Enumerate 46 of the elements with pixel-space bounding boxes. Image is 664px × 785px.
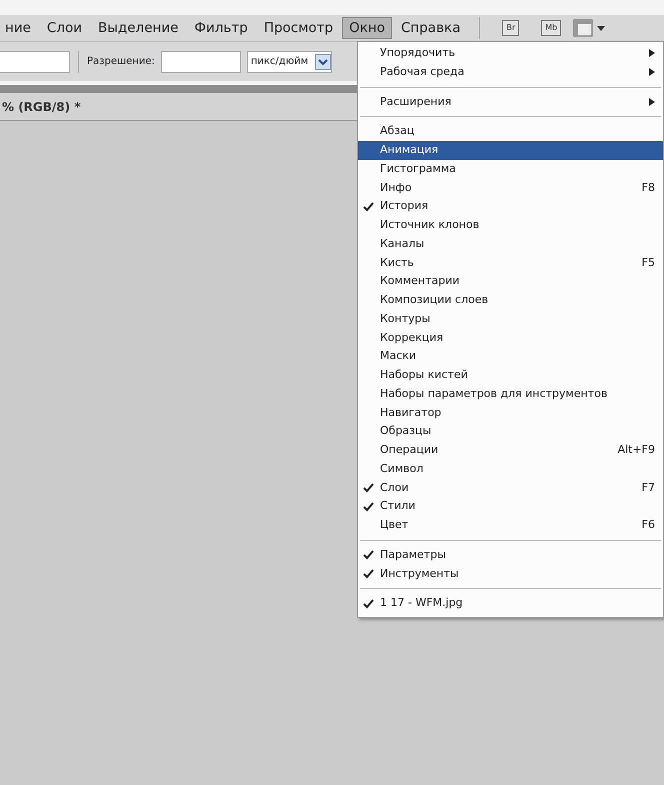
menu-item[interactable]: Абзац <box>358 122 663 141</box>
menu-item[interactable]: Инструменты <box>358 564 663 584</box>
menu-item[interactable]: Образцы <box>358 422 663 441</box>
resolution-label: Разрешение: <box>87 55 155 69</box>
menu-item[interactable]: Стили <box>358 497 663 516</box>
unit-select[interactable]: пикс/дюйм <box>246 50 332 72</box>
workspace-button[interactable] <box>573 19 606 37</box>
menu-item[interactable]: Коррекция <box>358 328 663 348</box>
menu-item[interactable]: Гистограмма <box>358 160 663 178</box>
menu-item[interactable]: Цвет F6 <box>358 516 663 535</box>
menu-item[interactable]: Слои F7 <box>358 478 663 498</box>
menu-item[interactable]: 1 17 - WFM.jpg <box>358 594 663 613</box>
menu-item[interactable]: Операции Alt+F9 <box>358 441 663 460</box>
menu-item[interactable]: Выделение <box>91 17 186 39</box>
menu-item[interactable]: Фильтр <box>187 17 255 39</box>
layout-icon <box>573 19 594 37</box>
menu-item[interactable]: ние <box>0 17 38 39</box>
menu-item[interactable]: Наборы кистей <box>358 366 663 385</box>
menu-item[interactable]: Просмотр <box>256 17 340 39</box>
menu-item[interactable]: Комментарии <box>358 272 663 291</box>
menu-item[interactable]: Справка <box>394 17 468 39</box>
app-button[interactable]: Mb <box>541 20 562 36</box>
menu-item[interactable]: Наборы параметров для инструментов <box>358 384 663 404</box>
app-button[interactable]: Br <box>502 20 520 36</box>
menu-item[interactable]: Композиции слоев <box>358 291 663 310</box>
menu-item[interactable]: Навигатор <box>358 404 663 422</box>
menu-item[interactable]: Кисть F5 <box>358 254 663 272</box>
menu-item[interactable]: Контуры <box>358 310 663 328</box>
menu-item[interactable]: Слои <box>40 17 89 39</box>
menu-item[interactable]: Параметры <box>358 546 663 564</box>
menu-item[interactable]: Рабочая среда <box>358 62 663 82</box>
menu-item[interactable]: Каналы <box>358 234 663 254</box>
menu-item[interactable]: Символ <box>358 460 663 478</box>
menu-item[interactable]: Источник клонов <box>358 216 663 235</box>
input-field[interactable] <box>0 50 70 72</box>
menu-item[interactable]: Маски <box>358 347 663 366</box>
menu-item[interactable]: Упорядочить <box>358 44 663 63</box>
menu-item[interactable]: История <box>358 197 663 216</box>
dropdown-icon[interactable] <box>314 54 331 70</box>
resolution-field[interactable] <box>160 50 241 72</box>
menu-item[interactable]: Инфо F8 <box>358 178 663 198</box>
menu-item[interactable]: Окно <box>342 17 392 39</box>
menu-item[interactable]: Расширения <box>358 92 663 112</box>
caret-icon <box>597 26 606 30</box>
menu-item[interactable]: Анимация <box>358 141 663 160</box>
document-tab[interactable]: % (RGB/8) * <box>2 98 81 116</box>
